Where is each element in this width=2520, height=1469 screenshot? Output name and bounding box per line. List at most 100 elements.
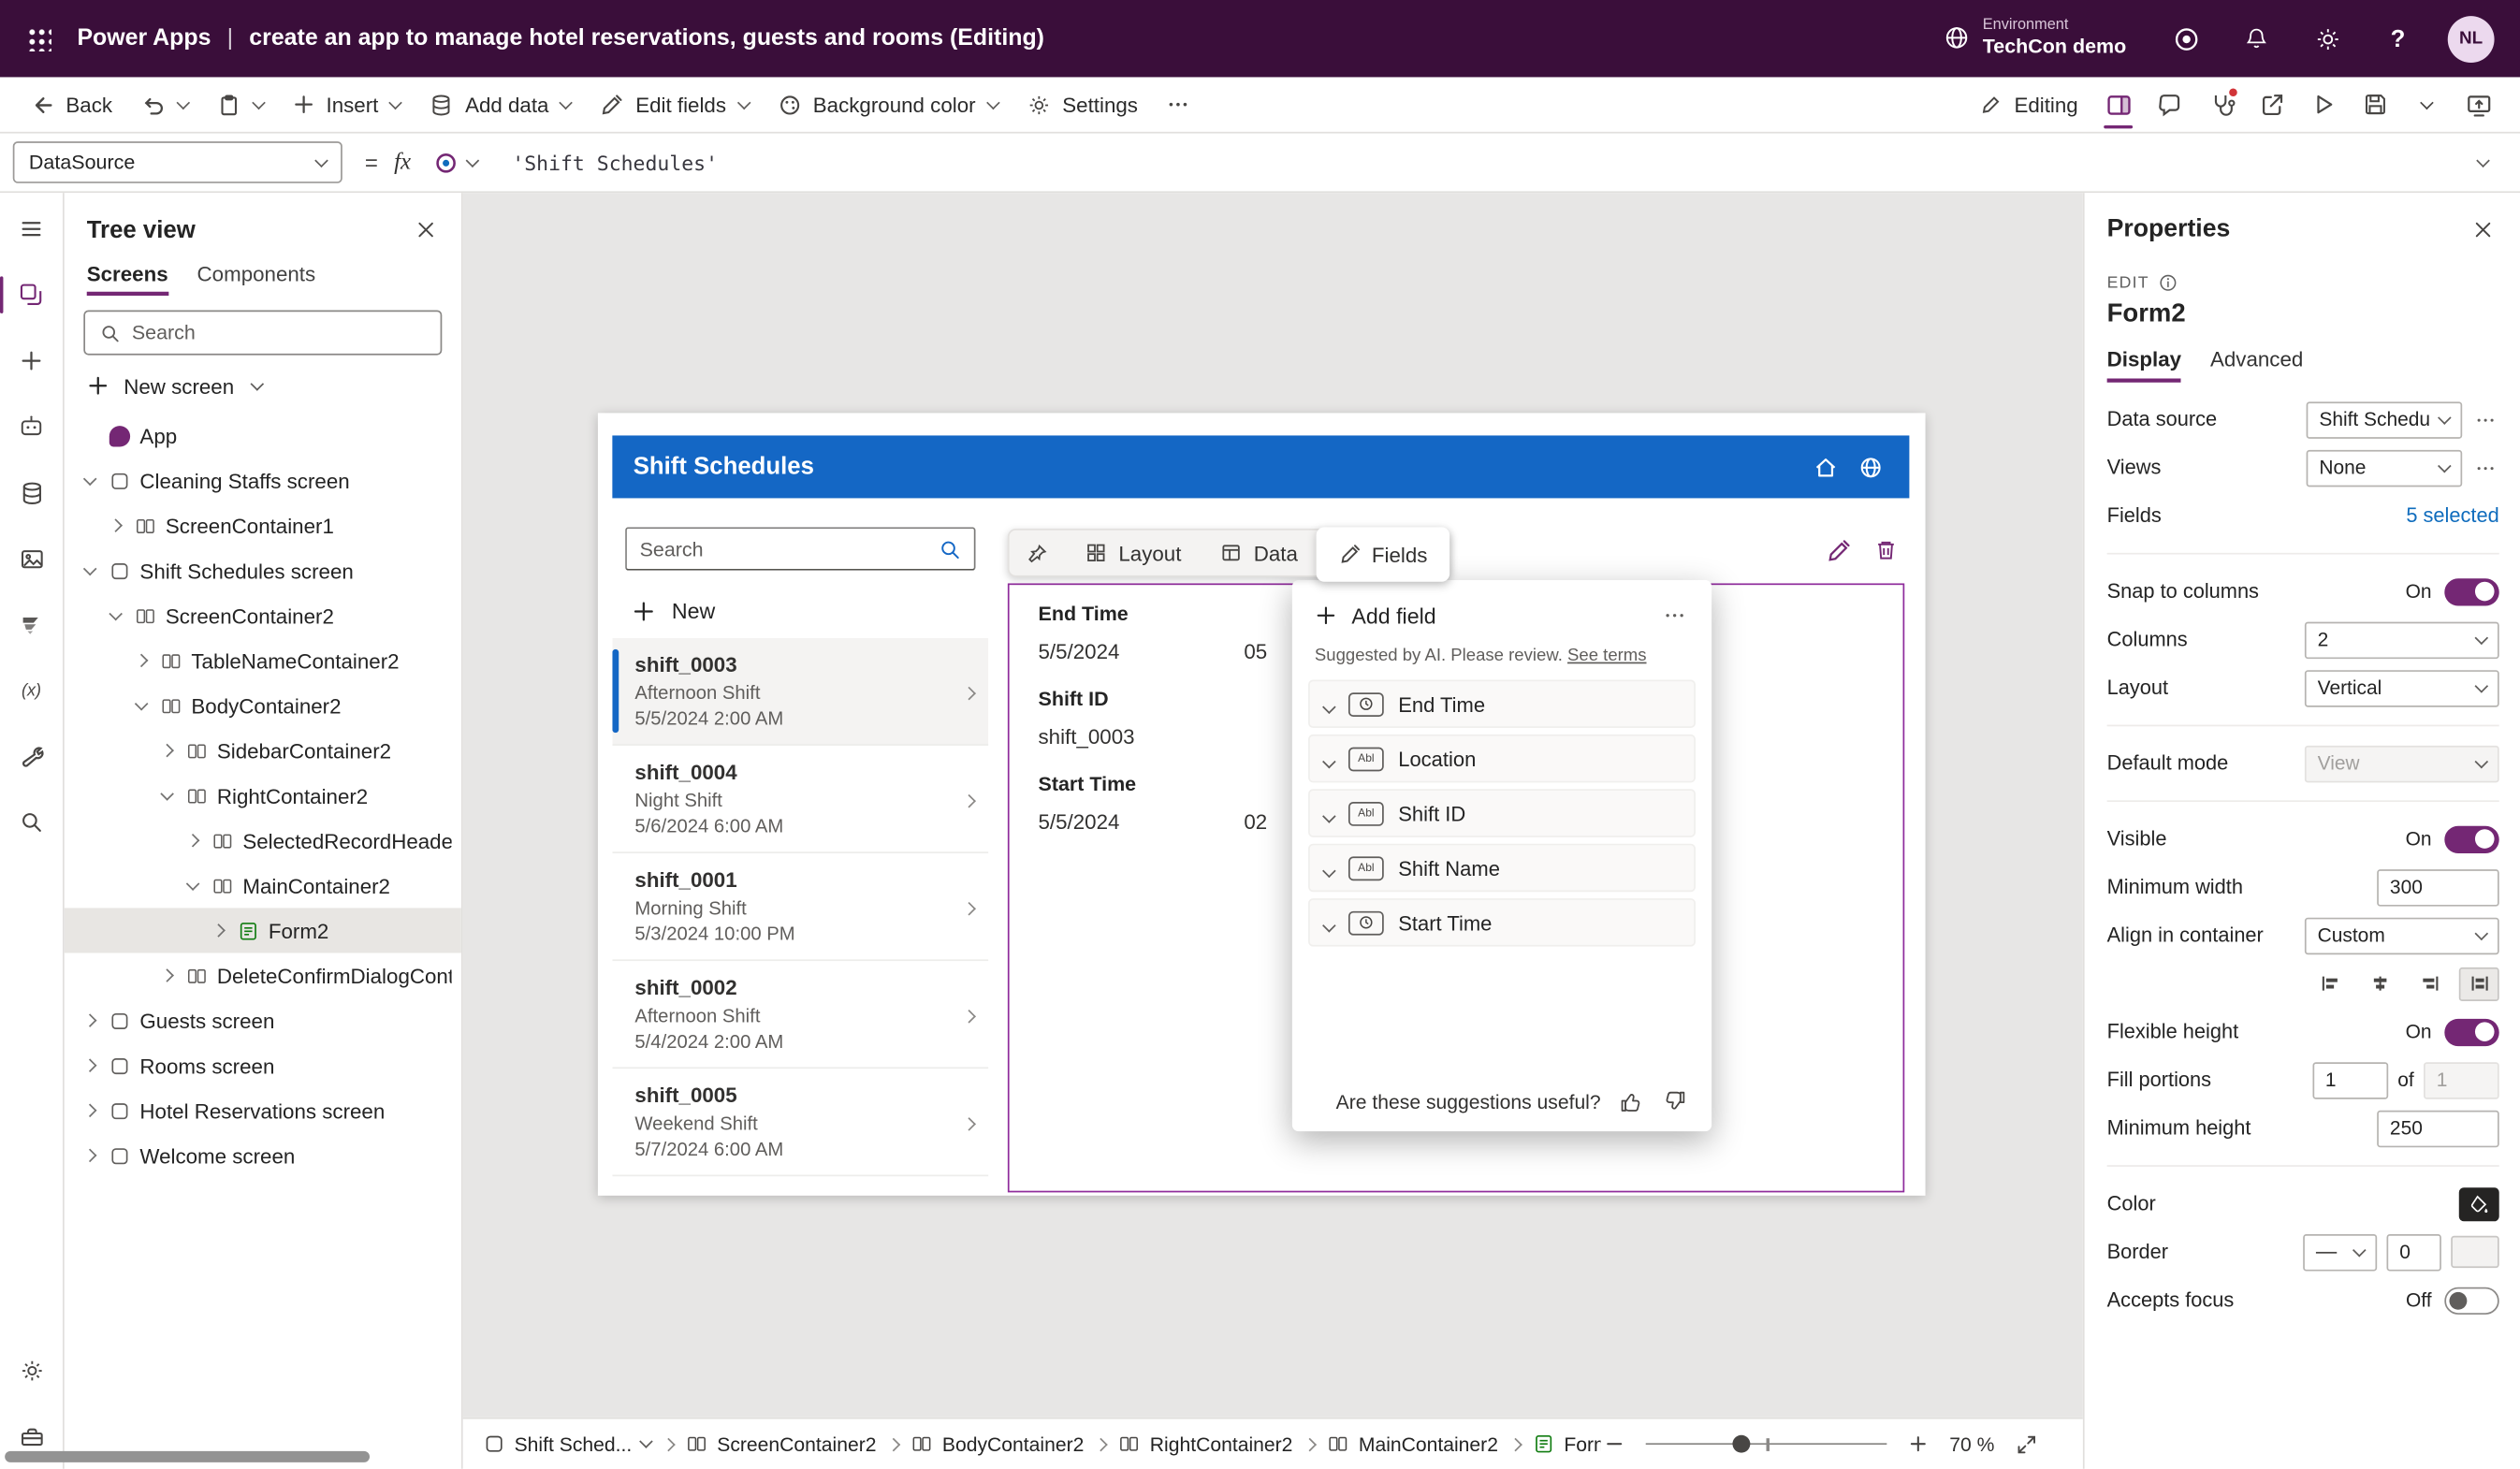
- list-item-shift-0005[interactable]: shift_0005Weekend Shift5/7/2024 6:00 AM: [612, 1069, 988, 1176]
- background-color-button[interactable]: Background color: [764, 82, 1013, 127]
- chevron-down-icon[interactable]: [1324, 747, 1333, 771]
- canvas[interactable]: Shift Schedules New shift_0003Afternoon …: [463, 193, 2083, 1418]
- add-data-button[interactable]: Add data: [415, 82, 586, 127]
- data-source-dropdown[interactable]: Shift Schedules: [2307, 401, 2463, 439]
- visible-toggle[interactable]: [2444, 825, 2498, 852]
- views-dropdown[interactable]: None: [2307, 449, 2463, 487]
- chevron-right-icon[interactable]: [106, 520, 125, 530]
- thumbs-down-icon[interactable]: [1660, 1086, 1691, 1117]
- flyout-more-icon[interactable]: [1660, 601, 1689, 630]
- list-item-shift-0003[interactable]: shift_0003Afternoon Shift5/5/2024 2:00 A…: [612, 638, 988, 746]
- fields-tab[interactable]: Fields: [1316, 527, 1450, 581]
- tree-item-sidebarcontainer2[interactable]: SidebarContainer2: [65, 728, 461, 773]
- flexible-height-toggle[interactable]: [2444, 1018, 2498, 1045]
- formula-expand-icon[interactable]: [2459, 160, 2508, 165]
- close-icon[interactable]: [410, 213, 442, 245]
- power-automate-icon[interactable]: [0, 591, 64, 657]
- breadcrumb-item-rightcontainer2[interactable]: RightContainer2: [1119, 1433, 1292, 1455]
- breadcrumb-item-form2[interactable]: Form2: [1534, 1433, 1601, 1455]
- preview-play-icon[interactable]: [2298, 80, 2350, 129]
- suggested-field-end-time[interactable]: End Time: [1308, 680, 1696, 729]
- thumbs-up-icon[interactable]: [1615, 1086, 1646, 1117]
- copilot-formula-icon[interactable]: [433, 151, 476, 175]
- settings-gear-icon[interactable]: [2294, 0, 2361, 77]
- align-stretch-icon[interactable]: [2459, 967, 2499, 1000]
- breadcrumb-item-maincontainer2[interactable]: MainContainer2: [1328, 1433, 1498, 1455]
- chevron-right-icon[interactable]: [157, 970, 177, 980]
- tree-item-maincontainer2[interactable]: MainContainer2: [65, 863, 461, 908]
- align-start-icon[interactable]: [2309, 967, 2350, 1000]
- tree-item-deleteconfirmdialogcontainer2[interactable]: DeleteConfirmDialogContainer2: [65, 953, 461, 997]
- edit-pencil-icon[interactable]: [1826, 538, 1851, 563]
- record-search[interactable]: [625, 527, 975, 570]
- chevron-right-icon[interactable]: [157, 746, 177, 755]
- layout-dropdown[interactable]: Vertical: [2305, 669, 2499, 706]
- chevron-down-icon[interactable]: [1324, 801, 1333, 825]
- list-item-shift-0004[interactable]: shift_0004Night Shift5/6/2024 6:00 AM: [612, 746, 988, 853]
- suggested-field-location[interactable]: AblLocation: [1308, 734, 1696, 783]
- record-search-input[interactable]: [640, 538, 929, 560]
- field-time-value[interactable]: 02: [1244, 810, 1267, 835]
- formula-input[interactable]: 'Shift Schedules': [512, 151, 2458, 175]
- tree-item-app[interactable]: App: [65, 413, 461, 458]
- tab-advanced[interactable]: Advanced: [2210, 347, 2303, 383]
- publish-icon[interactable]: [2453, 80, 2504, 129]
- border-style-dropdown[interactable]: [2303, 1233, 2377, 1271]
- breadcrumb-item-bodycontainer2[interactable]: BodyContainer2: [911, 1433, 1084, 1455]
- chevron-down-icon[interactable]: [132, 703, 152, 707]
- tree-item-selectedrecordheadercontai[interactable]: SelectedRecordHeaderContai: [65, 818, 461, 863]
- add-field-button[interactable]: Add field: [1292, 580, 1712, 638]
- minimum-height-input[interactable]: [2377, 1110, 2499, 1147]
- fill-portions-input[interactable]: [2312, 1061, 2388, 1098]
- views-more-icon[interactable]: [2472, 454, 2499, 481]
- edit-fields-button[interactable]: Edit fields: [586, 82, 764, 127]
- close-icon[interactable]: [2467, 213, 2498, 245]
- minimum-width-input[interactable]: [2377, 868, 2499, 906]
- tab-components[interactable]: Components: [197, 262, 316, 296]
- app-checker-icon[interactable]: [2195, 80, 2247, 129]
- chevron-right-icon[interactable]: [132, 656, 152, 665]
- chevron-right-icon[interactable]: [80, 1061, 100, 1070]
- tree-item-tablenamecontainer2[interactable]: TableNameContainer2: [65, 638, 461, 683]
- data-tab[interactable]: Data: [1201, 531, 1317, 575]
- chevron-down-icon[interactable]: [157, 793, 177, 798]
- copilot-bot-icon[interactable]: [0, 394, 64, 459]
- align-center-icon[interactable]: [2359, 967, 2399, 1000]
- fit-to-window-icon[interactable]: [2012, 1430, 2041, 1459]
- tree-search-input[interactable]: [132, 322, 426, 344]
- new-record-button[interactable]: New: [616, 587, 732, 635]
- tree-item-form2[interactable]: Form2: [65, 908, 461, 953]
- chevron-right-icon[interactable]: [80, 1151, 100, 1160]
- insert-icon[interactable]: [0, 327, 64, 393]
- suggested-field-start-time[interactable]: Start Time: [1308, 898, 1696, 947]
- tree-item-welcome-screen[interactable]: Welcome screen: [65, 1133, 461, 1178]
- avatar[interactable]: NL: [2448, 15, 2495, 62]
- help-icon[interactable]: ?: [2364, 0, 2431, 77]
- chevron-right-icon[interactable]: [80, 1015, 100, 1025]
- pin-icon[interactable]: [1010, 531, 1066, 575]
- accepts-focus-toggle[interactable]: [2444, 1287, 2498, 1314]
- comments-icon[interactable]: [2144, 80, 2195, 129]
- horizontal-scrollbar[interactable]: [5, 1451, 370, 1462]
- color-picker-button[interactable]: [2459, 1186, 2499, 1220]
- breadcrumb-item-shift-sched[interactable]: Shift Sched...: [484, 1433, 651, 1455]
- advanced-tools-icon[interactable]: [0, 723, 64, 789]
- chevron-right-icon[interactable]: [80, 1106, 100, 1115]
- globe-icon[interactable]: [1848, 444, 1893, 489]
- list-item-shift-0001[interactable]: shift_0001Morning Shift5/3/2024 10:00 PM: [612, 853, 988, 961]
- zoom-out-icon[interactable]: [1601, 1431, 1628, 1458]
- field-date-value[interactable]: 5/5/2024: [1039, 640, 1120, 664]
- see-terms-link[interactable]: See terms: [1567, 646, 1647, 665]
- delete-trash-icon[interactable]: [1874, 538, 1899, 563]
- columns-dropdown[interactable]: 2: [2305, 621, 2499, 659]
- insert-button[interactable]: Insert: [278, 82, 415, 127]
- list-item-shift-0002[interactable]: shift_0002Afternoon Shift5/4/2024 2:00 A…: [612, 961, 988, 1069]
- zoom-slider[interactable]: [1646, 1431, 1887, 1456]
- copilot-icon[interactable]: [2152, 0, 2220, 77]
- paste-button[interactable]: [202, 82, 278, 127]
- align-in-container-dropdown[interactable]: Custom: [2305, 917, 2499, 954]
- tree-item-screencontainer1[interactable]: ScreenContainer1: [65, 503, 461, 548]
- tree-item-rooms-screen[interactable]: Rooms screen: [65, 1043, 461, 1088]
- border-color-swatch[interactable]: [2451, 1236, 2499, 1268]
- app-header-bar[interactable]: Shift Schedules: [612, 435, 1909, 498]
